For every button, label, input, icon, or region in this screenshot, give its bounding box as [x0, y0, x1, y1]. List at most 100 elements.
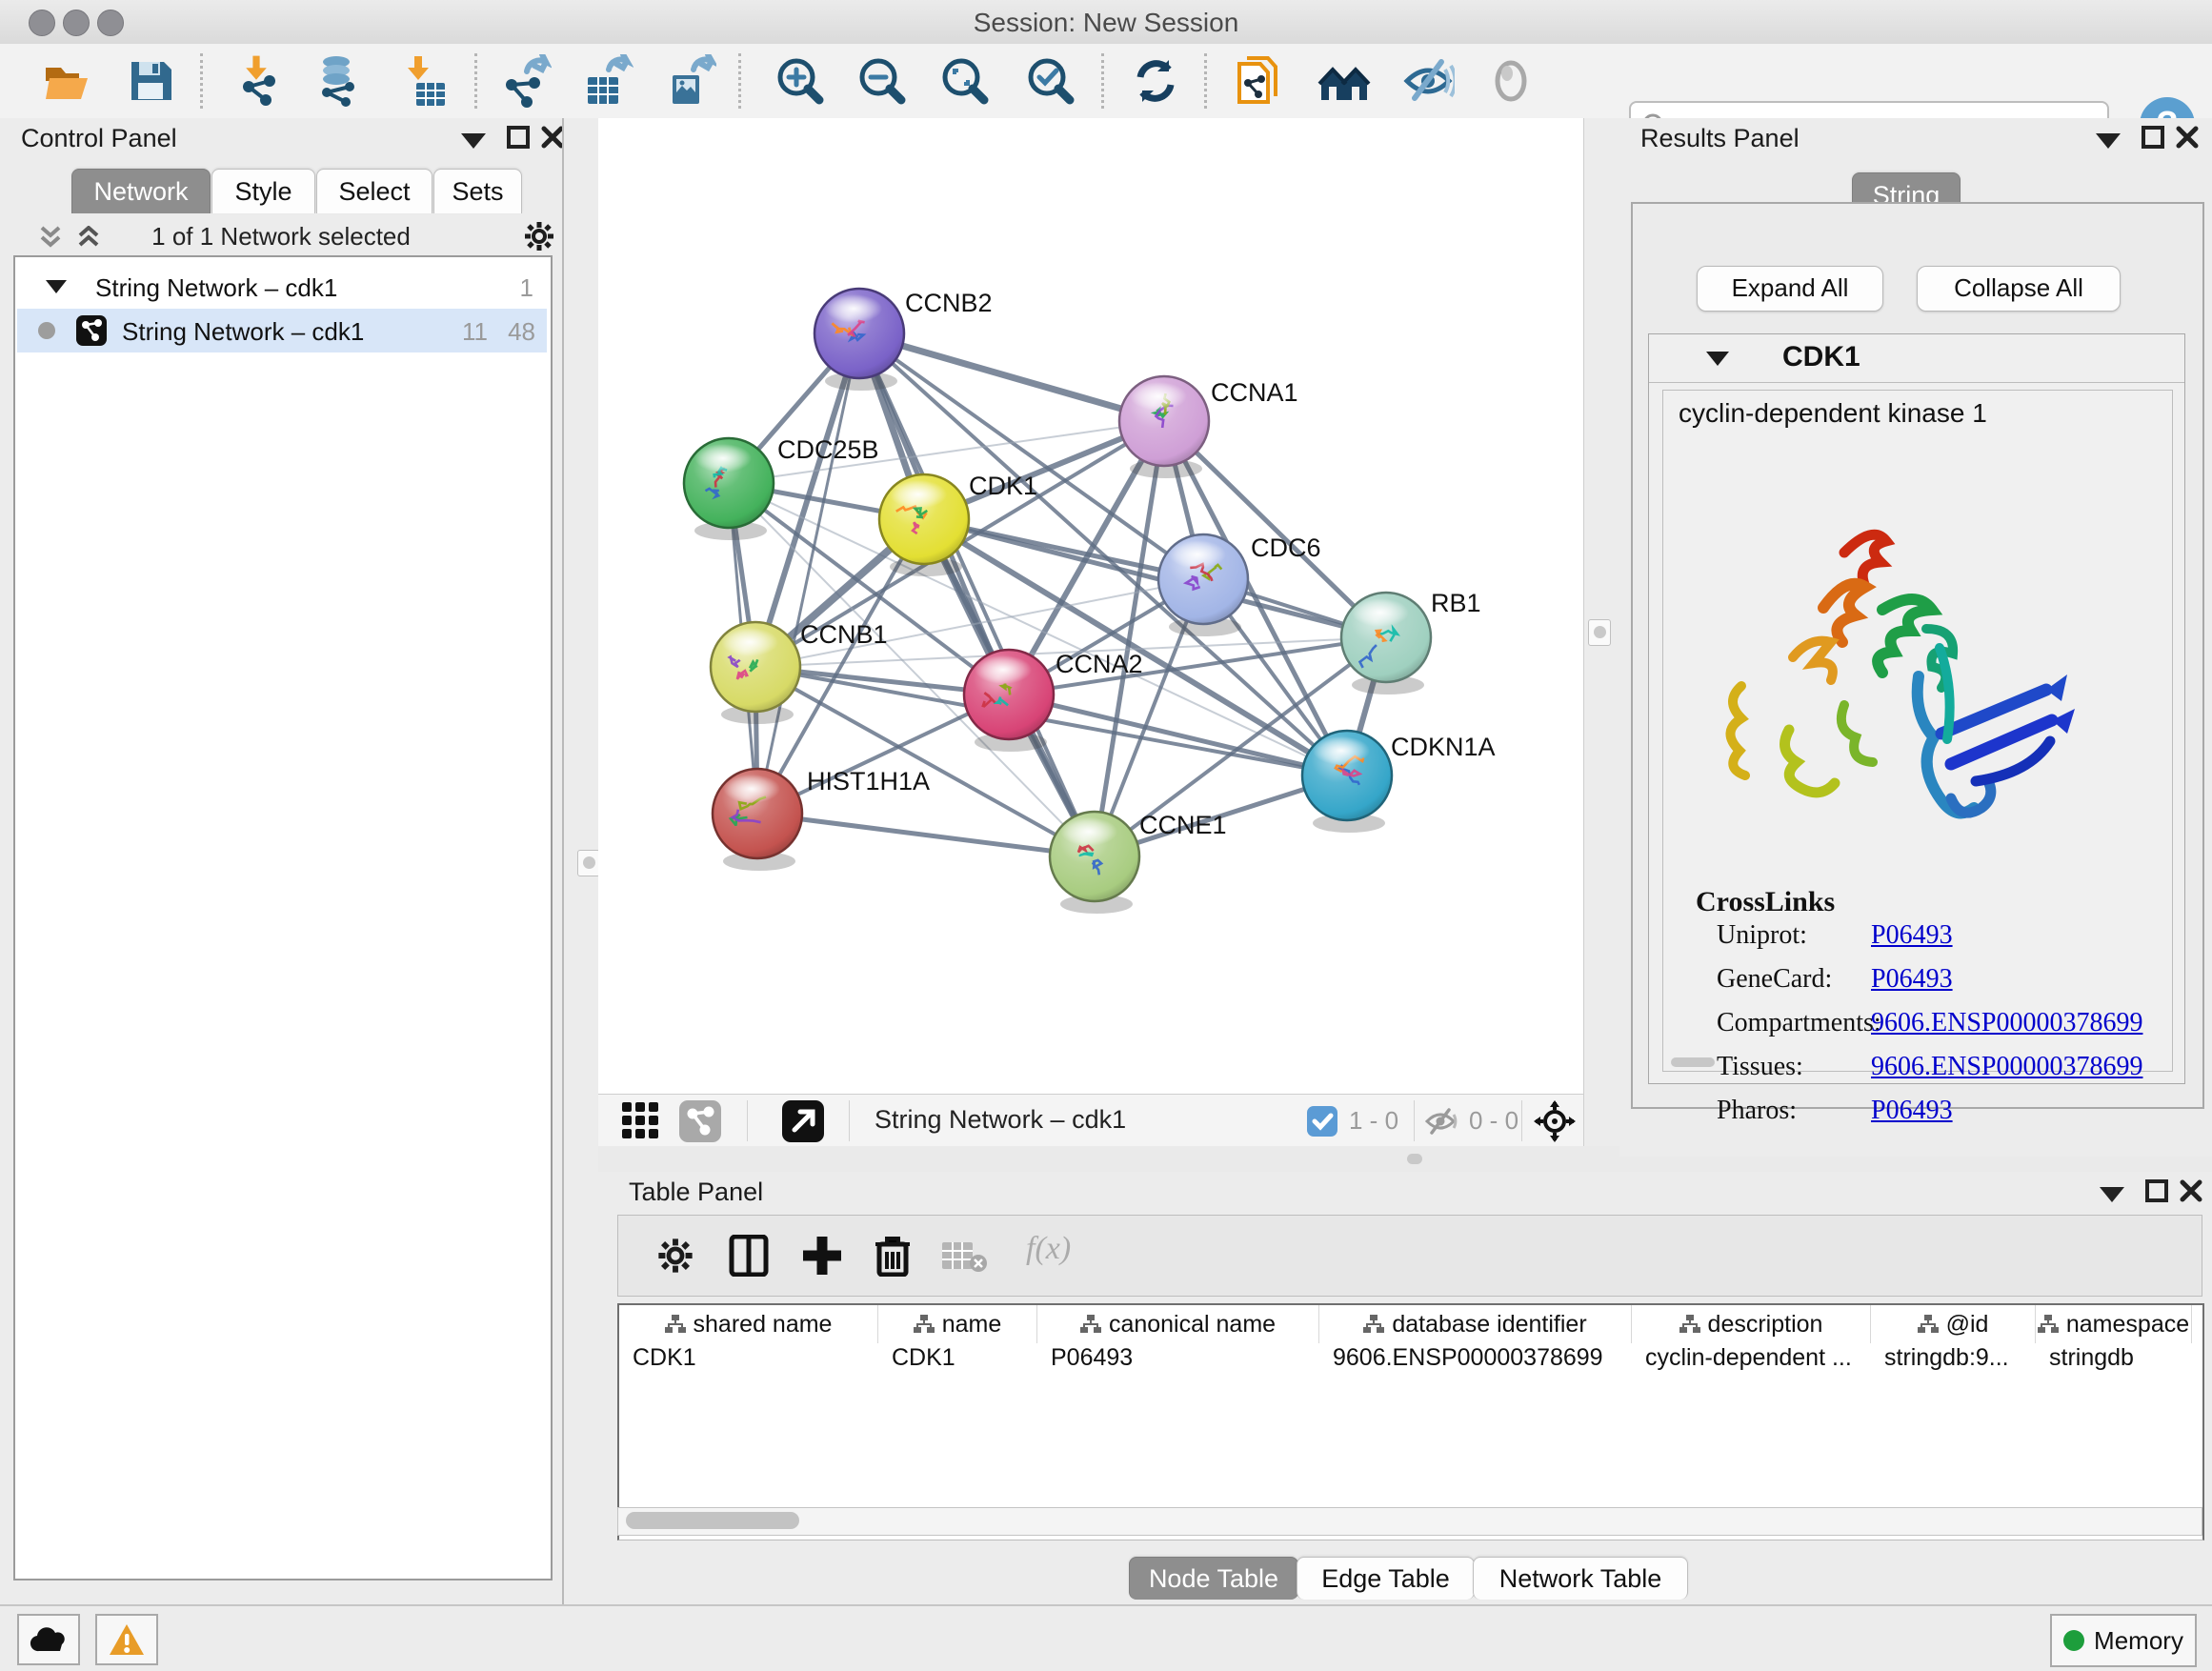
maximize-panel-icon[interactable]: [507, 126, 530, 149]
gene-expanded-icon[interactable]: [1706, 352, 1729, 366]
show-columns-icon[interactable]: [728, 1235, 770, 1277]
application-window: Session: New Session: [0, 0, 2212, 1671]
close-panel-icon[interactable]: [541, 126, 564, 149]
export-table-icon[interactable]: [580, 54, 633, 108]
import-network-from-file-icon[interactable]: [231, 54, 285, 108]
node-table[interactable]: shared namenamecanonical namedatabase id…: [617, 1303, 2204, 1540]
network-selection-row: 1 of 1 Network selected: [13, 218, 549, 255]
tab-network[interactable]: Network: [71, 169, 211, 213]
left-splitter-handle[interactable]: [577, 850, 600, 876]
node-CCNB1[interactable]: CCNB1: [711, 620, 888, 724]
crosslink-link[interactable]: 9606.ENSP00000378699: [1871, 1052, 2142, 1082]
node-RB1[interactable]: RB1: [1341, 589, 1481, 695]
gear-icon[interactable]: [656, 1237, 694, 1275]
first-neighbors-icon[interactable]: [1317, 54, 1371, 108]
zoom-out-icon[interactable]: [855, 54, 909, 108]
float-panel-icon[interactable]: [2100, 1187, 2124, 1202]
column-header-canonical-name[interactable]: canonical name: [1037, 1305, 1319, 1343]
delete-icon[interactable]: [874, 1235, 912, 1277]
gene-card: CDK1 cyclin-dependent kinase 1: [1648, 333, 2185, 1084]
crosslink-link[interactable]: P06493: [1871, 920, 1953, 951]
show-all-icon[interactable]: [1484, 54, 1538, 108]
column-header-database-identifier[interactable]: database identifier: [1319, 1305, 1632, 1343]
float-panel-icon[interactable]: [2096, 133, 2121, 149]
maximize-panel-icon[interactable]: [2145, 1179, 2168, 1202]
node-CDKN1A[interactable]: CDKN1A: [1302, 731, 1496, 833]
column-header-namespace[interactable]: namespace: [2036, 1305, 2192, 1343]
network-collection-row[interactable]: String Network – cdk1 1: [17, 265, 547, 309]
crosslink-link[interactable]: P06493: [1871, 1096, 1953, 1126]
cloud-button[interactable]: [17, 1614, 80, 1665]
hide-selected-icon[interactable]: [1401, 54, 1455, 108]
edge-HIST1H1A-CCNE1[interactable]: [757, 814, 1095, 856]
table-cell[interactable]: P06493: [1037, 1344, 1319, 1375]
expand-all-button[interactable]: Expand All: [1697, 266, 1883, 312]
tab-network-table[interactable]: Network Table: [1473, 1557, 1688, 1600]
right-splitter-handle[interactable]: [1588, 619, 1611, 646]
node-CCNE1[interactable]: CCNE1: [1050, 811, 1227, 914]
table-horizontal-scrollbar[interactable]: [617, 1507, 2202, 1536]
table-cell[interactable]: 9606.ENSP00000378699: [1319, 1344, 1632, 1375]
gear-icon[interactable]: [523, 220, 555, 252]
import-network-from-database-icon[interactable]: [312, 54, 365, 108]
import-table-from-file-icon[interactable]: [399, 54, 452, 108]
crosslink-label: GeneCard:: [1717, 964, 1832, 995]
network-label: String Network – cdk1: [122, 317, 364, 347]
collection-expanded-icon[interactable]: [46, 280, 67, 293]
save-session-icon[interactable]: [124, 54, 177, 108]
edge-HIST1H1A-CCNB2[interactable]: [757, 333, 859, 814]
network-row-selected[interactable]: String Network – cdk1 11 48: [17, 309, 547, 352]
column-header-shared-name[interactable]: shared name: [619, 1305, 878, 1343]
tab-sets[interactable]: Sets: [433, 169, 522, 213]
table-toolbar: f(x): [617, 1215, 2202, 1297]
close-panel-icon[interactable]: [2176, 126, 2199, 149]
export-network-icon[interactable]: [498, 54, 552, 108]
maximize-panel-icon[interactable]: [2142, 126, 2164, 149]
refresh-layout-icon[interactable]: [1129, 54, 1182, 108]
table-cell[interactable]: cyclin-dependent ...: [1632, 1344, 1871, 1375]
right-splitter[interactable]: [1583, 118, 1620, 1172]
collapse-all-button[interactable]: Collapse All: [1917, 266, 2121, 312]
fit-selected-crosshair-icon[interactable]: [1534, 1100, 1576, 1142]
node-HIST1H1A[interactable]: HIST1H1A: [713, 767, 930, 871]
tab-node-table[interactable]: Node Table: [1129, 1557, 1298, 1600]
selected-checkbox-icon[interactable]: [1307, 1106, 1337, 1137]
warning-icon: [109, 1623, 145, 1656]
network-canvas[interactable]: CCNB2CCNA1CDC25BCDK1CDC6RB1CCNB1CCNA2CDK…: [598, 118, 1583, 1094]
tab-style[interactable]: Style: [211, 169, 315, 213]
table-cell[interactable]: CDK1: [878, 1344, 1037, 1375]
zoom-fit-content-icon[interactable]: [938, 54, 992, 108]
horizontal-splitter-handle[interactable]: [1407, 1154, 1422, 1164]
open-in-window-icon[interactable]: [782, 1100, 824, 1142]
node-label-HIST1H1A: HIST1H1A: [807, 767, 930, 795]
table-cell[interactable]: stringdb: [2036, 1344, 2192, 1375]
tab-select[interactable]: Select: [316, 169, 432, 213]
table-cell[interactable]: stringdb:9...: [1871, 1344, 2036, 1375]
memory-button[interactable]: Memory: [2050, 1614, 2197, 1667]
open-session-icon[interactable]: [40, 54, 93, 108]
gene-header-row[interactable]: CDK1: [1649, 334, 2184, 383]
table-cell[interactable]: CDK1: [619, 1344, 878, 1375]
column-header-name[interactable]: name: [878, 1305, 1037, 1343]
crosslink-link[interactable]: P06493: [1871, 964, 1953, 995]
share-file-icon[interactable]: [1232, 54, 1285, 108]
add-icon[interactable]: [801, 1235, 843, 1277]
float-panel-icon[interactable]: [461, 133, 486, 149]
table-scrollbar-thumb[interactable]: [626, 1512, 799, 1529]
warnings-button[interactable]: [95, 1614, 158, 1665]
crosslink-link[interactable]: 9606.ENSP00000378699: [1871, 1008, 2142, 1038]
node-CDK1[interactable]: CDK1: [879, 472, 1037, 576]
crosslinks-scrollbar[interactable]: [1671, 1057, 1715, 1067]
node-CDC6[interactable]: CDC6: [1158, 534, 1321, 636]
tab-edge-table[interactable]: Edge Table: [1297, 1557, 1475, 1600]
left-splitter[interactable]: [562, 118, 600, 1604]
zoom-selected-icon[interactable]: [1024, 54, 1077, 108]
network-overview-icon[interactable]: [679, 1100, 721, 1142]
network-graph[interactable]: CCNB2CCNA1CDC25BCDK1CDC6RB1CCNB1CCNA2CDK…: [598, 118, 1583, 1094]
close-panel-icon[interactable]: [2180, 1179, 2202, 1202]
column-header-description[interactable]: description: [1632, 1305, 1871, 1343]
zoom-in-icon[interactable]: [774, 54, 827, 108]
birdseye-view-icon[interactable]: [622, 1102, 660, 1140]
column-header--id[interactable]: @id: [1871, 1305, 2036, 1343]
export-image-icon[interactable]: [663, 54, 716, 108]
